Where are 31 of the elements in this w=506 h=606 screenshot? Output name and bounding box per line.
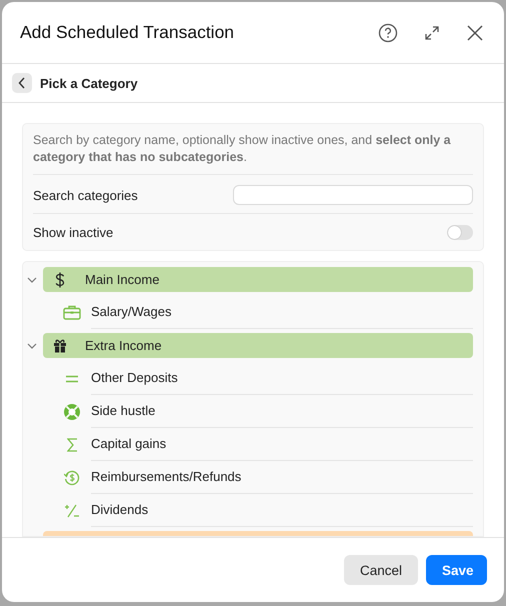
- category-item[interactable]: Dividends: [91, 494, 473, 527]
- save-button[interactable]: Save: [426, 555, 487, 585]
- category-item[interactable]: Salary/Wages: [91, 296, 473, 329]
- dollar-icon: [53, 272, 67, 288]
- briefcase-icon: [63, 305, 81, 320]
- page-title: Pick a Category: [40, 76, 138, 90]
- chevron-icon[interactable]: [27, 342, 37, 348]
- expand-icon[interactable]: [423, 24, 441, 42]
- chevron-icon[interactable]: [27, 276, 37, 282]
- chevron-left-icon: [18, 77, 26, 89]
- close-icon[interactable]: [466, 24, 484, 42]
- plus-minus-icon: [63, 504, 81, 518]
- gift-icon: [53, 338, 67, 353]
- search-label: Search categories: [33, 188, 138, 202]
- refund-icon: [63, 470, 81, 486]
- category-item[interactable]: Capital gains: [91, 428, 473, 461]
- equals-icon: [63, 374, 81, 382]
- category-item[interactable]: Other Deposits: [91, 362, 473, 395]
- category-group[interactable]: Extra Income: [43, 333, 473, 358]
- cancel-button[interactable]: Cancel: [344, 555, 418, 585]
- search-field[interactable]: [233, 185, 473, 205]
- help-icon[interactable]: [378, 22, 398, 42]
- back-button[interactable]: [12, 73, 32, 93]
- lifebuoy-icon: [63, 404, 81, 420]
- toggle-switch[interactable]: [447, 224, 473, 240]
- category-item[interactable]: Side hustle: [91, 395, 473, 428]
- toggle-label: Show inactive: [33, 224, 114, 240]
- category-item[interactable]: Reimbursements/Refunds: [91, 461, 473, 494]
- category-group[interactable]: Main Income: [43, 267, 473, 292]
- window-title: Add Scheduled Transaction: [20, 22, 234, 43]
- info-text: Search by category name, optionally show inactive ones, and select only a category that has no subcategories.: [33, 132, 473, 175]
